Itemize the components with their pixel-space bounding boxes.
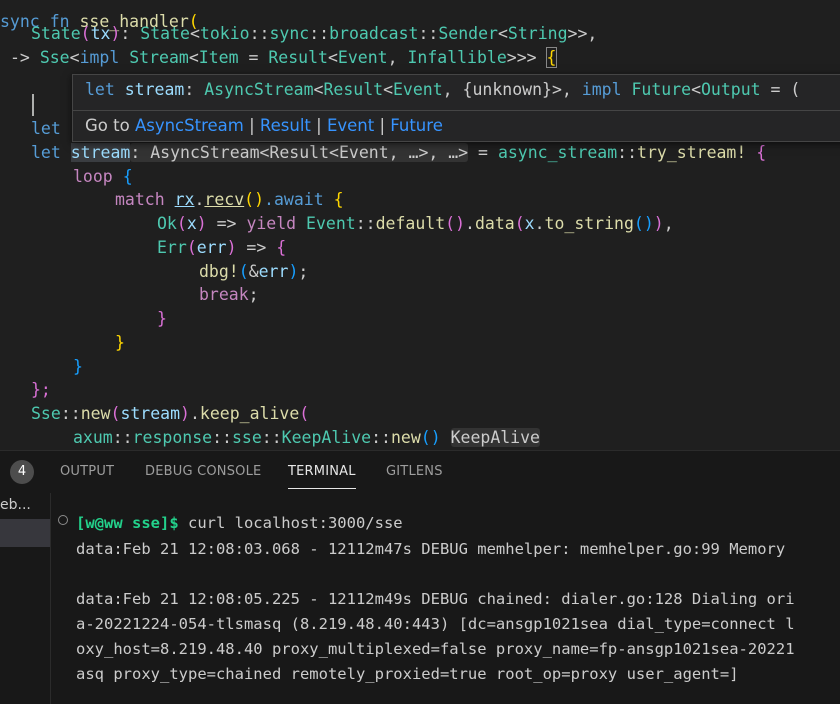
link-event[interactable]: Event [327,116,374,135]
tab-terminal[interactable]: TERMINAL [288,451,356,493]
terminal-list-selected-item[interactable] [0,519,50,547]
hover-goto-links: Go to AsyncStream | Result | Event | Fut… [85,116,443,135]
terminal-prompt-line: [w@ww sse]$ curl localhost:3000/sse [76,514,403,532]
hover-tooltip: let stream: AsyncStream<Result<Event, {u… [72,74,840,142]
code-line: loop { [73,167,133,186]
code-line: Sse::new(stream).keep_alive( [31,404,310,423]
code-line: Ok(x) => yield Event::default().data(x.t… [157,214,674,233]
terminal-output-line: data:Feb 21 12:08:03.068 - 12112m47s DEB… [76,540,786,558]
tab-gitlens[interactable]: GITLENS [386,451,443,493]
bottom-panel: 4 OUTPUT DEBUG CONSOLE TERMINAL GITLENS … [0,450,840,704]
hover-divider [73,110,840,111]
inlay-type-hint: KeepAlive [450,428,540,447]
code-line: -> Sse<impl Stream<Item = Result<Event, … [10,47,558,68]
code-line: }; [31,380,51,399]
code-line: } [115,333,125,352]
terminal-output-line: data:Feb 21 12:08:05.225 - 12112m49s DEB… [76,590,795,608]
code-line: axum::response::sse::KeepAlive::new() Ke… [73,428,540,447]
code-line: dbg!(&err); [199,262,309,281]
terminal-output-line: a-20221224-054-tlsmasq (8.219.48.40:443)… [76,615,795,633]
panel-tab-bar: 4 OUTPUT DEBUG CONSOLE TERMINAL GITLENS [0,451,840,493]
command-status-icon [58,515,68,525]
hover-signature: let stream: AsyncStream<Result<Event, {u… [85,80,801,99]
terminal-list: eb... [0,493,51,704]
code-line: } [157,309,167,328]
inlay-type-hint: : AsyncStream<Result<Event, …>, …> [130,143,469,162]
text-cursor [32,94,34,116]
terminal-output-line: oxy_host=8.219.48.40 proxy_multiplexed=f… [76,640,795,658]
tab-debug-console[interactable]: DEBUG CONSOLE [145,451,261,493]
go-to-label: Go to [85,116,130,135]
link-asyncstream[interactable]: AsyncStream [135,116,244,135]
code-line: break; [199,285,259,304]
code-line: } [73,357,83,376]
code-line: let [31,119,61,138]
link-future[interactable]: Future [390,116,443,135]
problems-count-badge[interactable]: 4 [10,460,34,484]
code-line: State(tx): State<tokio::sync::broadcast:… [31,24,598,43]
terminal-output-line: asq proxy_type=chained remotely_proxied=… [76,665,739,683]
terminal-list-item-label[interactable]: eb... [0,497,31,513]
code-editor[interactable]: sync fn sse_handler( State(tx): State<to… [0,0,840,450]
link-result[interactable]: Result [260,116,311,135]
tab-output[interactable]: OUTPUT [60,451,114,493]
code-line: let stream: AsyncStream<Result<Event, …>… [31,143,767,162]
code-line: match rx.recv().await { [115,190,344,209]
code-line: Err(err) => { [157,238,287,257]
